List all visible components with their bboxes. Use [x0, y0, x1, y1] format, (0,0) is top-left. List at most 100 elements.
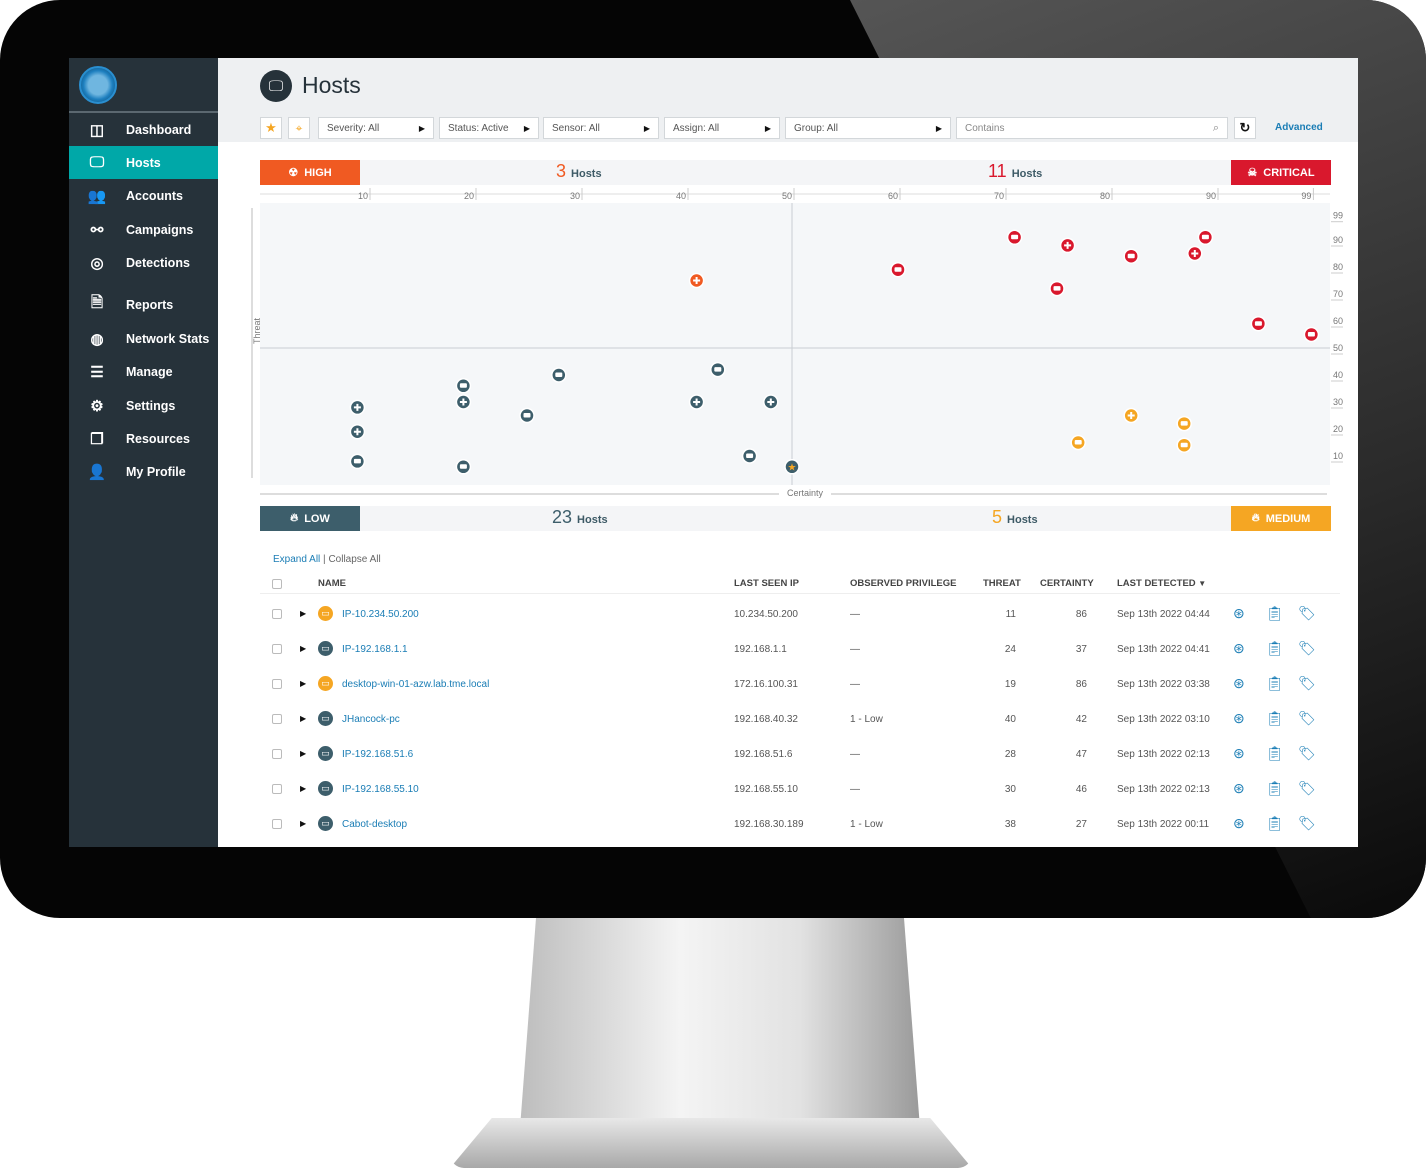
- clipboard-icon[interactable]: 📋︎: [1266, 745, 1284, 762]
- tag-icon[interactable]: 🏷︎: [1298, 640, 1316, 657]
- divider: [260, 593, 1340, 594]
- host-name-link[interactable]: IP-192.168.1.1: [342, 644, 408, 655]
- host-name-link[interactable]: Cabot-desktop: [342, 819, 407, 830]
- table-row[interactable]: ▶ ▭ IP-192.168.1.1 192.168.1.1 — 24 37 S…: [260, 632, 1340, 667]
- clipboard-icon[interactable]: 📋︎: [1266, 780, 1284, 797]
- header-ip[interactable]: LAST SEEN IP: [734, 578, 799, 589]
- host-icon: ▭: [318, 781, 333, 796]
- medium-count-value: 5: [992, 507, 1003, 527]
- row-checkbox[interactable]: [272, 784, 282, 794]
- row-checkbox[interactable]: [272, 609, 282, 619]
- row-checkbox[interactable]: [272, 819, 282, 829]
- table-row[interactable]: ▶ ▭ IP-192.168.55.10 192.168.55.10 — 30 …: [260, 772, 1340, 807]
- host-name-link[interactable]: IP-192.168.51.6: [342, 749, 413, 760]
- tag-icon[interactable]: 🏷︎: [1298, 780, 1316, 797]
- last-detected: Sep 13th 2022 04:44: [1117, 609, 1210, 620]
- tag-icon[interactable]: 🏷︎: [1298, 605, 1316, 622]
- x-tick-label: 90: [1206, 191, 1216, 201]
- last-seen-ip: 192.168.1.1: [734, 644, 787, 655]
- tag-icon[interactable]: 🏷︎: [1298, 815, 1316, 832]
- monitor-icon: [1127, 253, 1135, 259]
- row-checkbox[interactable]: [272, 644, 282, 654]
- network-graph-icon[interactable]: ⊛: [1233, 640, 1245, 657]
- host-icon: ▭: [318, 676, 333, 691]
- network-graph-icon[interactable]: ⊛: [1233, 815, 1245, 832]
- x-tick-label: 20: [464, 191, 474, 201]
- monitor-base: [450, 1118, 972, 1168]
- header-last-detected[interactable]: LAST DETECTED ▼: [1117, 578, 1206, 589]
- expand-row-icon[interactable]: ▶: [300, 819, 306, 828]
- monitor-icon: [1074, 440, 1082, 445]
- medium-count: 5 Hosts: [992, 507, 1038, 528]
- observed-privilege: —: [850, 609, 860, 620]
- clipboard-icon[interactable]: 📋︎: [1266, 710, 1284, 727]
- last-detected: Sep 13th 2022 00:11: [1117, 819, 1210, 830]
- last-detected: Sep 13th 2022 02:13: [1117, 749, 1210, 760]
- expand-row-icon[interactable]: ▶: [300, 644, 306, 653]
- expand-collapse: Expand All | Collapse All: [273, 554, 381, 565]
- medium-badge[interactable]: 🔥︎ MEDIUM: [1231, 506, 1331, 531]
- header-name[interactable]: NAME: [318, 578, 346, 589]
- row-checkbox[interactable]: [272, 679, 282, 689]
- network-graph-icon[interactable]: ⊛: [1233, 675, 1245, 692]
- low-badge[interactable]: 🔥︎ LOW: [260, 506, 360, 531]
- certainty-score: 42: [1075, 714, 1087, 725]
- host-name-link[interactable]: desktop-win-01-azw.lab.tme.local: [342, 679, 489, 690]
- table-row[interactable]: ▶ ▭ Cabot-desktop 192.168.30.189 1 - Low…: [260, 807, 1340, 842]
- monitor-icon: [523, 413, 531, 418]
- expand-row-icon[interactable]: ▶: [300, 749, 306, 758]
- network-graph-icon[interactable]: ⊛: [1233, 710, 1245, 727]
- clipboard-icon[interactable]: 📋︎: [1266, 815, 1284, 832]
- monitor-stand: [520, 918, 920, 1128]
- x-tick-label: 60: [888, 191, 898, 201]
- clipboard-icon[interactable]: 📋︎: [1266, 675, 1284, 692]
- select-all-checkbox[interactable]: [272, 579, 282, 589]
- monitor-icon: [1180, 442, 1188, 448]
- expand-row-icon[interactable]: ▶: [300, 679, 306, 688]
- table-row[interactable]: ▶ ▭ JHancock-pc 192.168.40.32 1 - Low 40…: [260, 702, 1340, 737]
- last-detected: Sep 13th 2022 03:38: [1117, 679, 1210, 690]
- clipboard-icon[interactable]: 📋︎: [1266, 640, 1284, 657]
- header-certainty[interactable]: CERTAINTY: [1040, 578, 1094, 589]
- host-name-link[interactable]: IP-10.234.50.200: [342, 609, 419, 620]
- collapse-all-link[interactable]: Collapse All: [328, 554, 380, 565]
- expand-row-icon[interactable]: ▶: [300, 609, 306, 618]
- table-row[interactable]: ▶ ▭ IP-192.168.51.6 192.168.51.6 — 28 47…: [260, 737, 1340, 772]
- observed-privilege: 1 - Low: [850, 819, 883, 830]
- threat-score: 11: [1005, 609, 1016, 620]
- host-name-link[interactable]: JHancock-pc: [342, 714, 400, 725]
- low-label: LOW: [304, 512, 330, 525]
- fire-icon: 🔥︎: [1251, 512, 1260, 524]
- row-checkbox[interactable]: [272, 714, 282, 724]
- host-icon: ▭: [318, 746, 333, 761]
- medium-label: MEDIUM: [1265, 512, 1311, 525]
- x-axis-label: Certainty: [779, 488, 832, 498]
- y-tick-label: 90: [1333, 235, 1343, 245]
- monitor-icon: [1180, 421, 1188, 426]
- observed-privilege: —: [850, 784, 860, 795]
- expand-row-icon[interactable]: ▶: [300, 714, 306, 723]
- network-graph-icon[interactable]: ⊛: [1233, 780, 1245, 797]
- table-row[interactable]: ▶ ▭ desktop-win-01-azw.lab.tme.local 172…: [260, 667, 1340, 702]
- header-privilege[interactable]: OBSERVED PRIVILEGE: [850, 578, 956, 589]
- threat-score: 28: [1004, 749, 1016, 760]
- last-seen-ip: 192.168.40.32: [734, 714, 798, 725]
- row-checkbox[interactable]: [272, 749, 282, 759]
- host-name-link[interactable]: IP-192.168.55.10: [342, 784, 419, 795]
- network-graph-icon[interactable]: ⊛: [1233, 745, 1245, 762]
- y-axis-label: Threat: [252, 317, 263, 345]
- network-graph-icon[interactable]: ⊛: [1233, 605, 1245, 622]
- expand-row-icon[interactable]: ▶: [300, 784, 306, 793]
- star-icon: ★: [788, 462, 797, 473]
- host-icon: ▭: [318, 641, 333, 656]
- header-threat[interactable]: THREAT: [983, 578, 1021, 589]
- y-tick-label: 40: [1333, 370, 1343, 380]
- tag-icon[interactable]: 🏷︎: [1298, 745, 1316, 762]
- tag-icon[interactable]: 🏷︎: [1298, 675, 1316, 692]
- expand-all-link[interactable]: Expand All: [273, 554, 320, 565]
- hosts-word: Hosts: [1007, 514, 1038, 526]
- table-row[interactable]: ▶ ▭ IP-10.234.50.200 10.234.50.200 — 11 …: [260, 597, 1340, 632]
- tag-icon[interactable]: 🏷︎: [1298, 710, 1316, 727]
- clipboard-icon[interactable]: 📋︎: [1266, 605, 1284, 622]
- host-icon: ▭: [318, 711, 333, 726]
